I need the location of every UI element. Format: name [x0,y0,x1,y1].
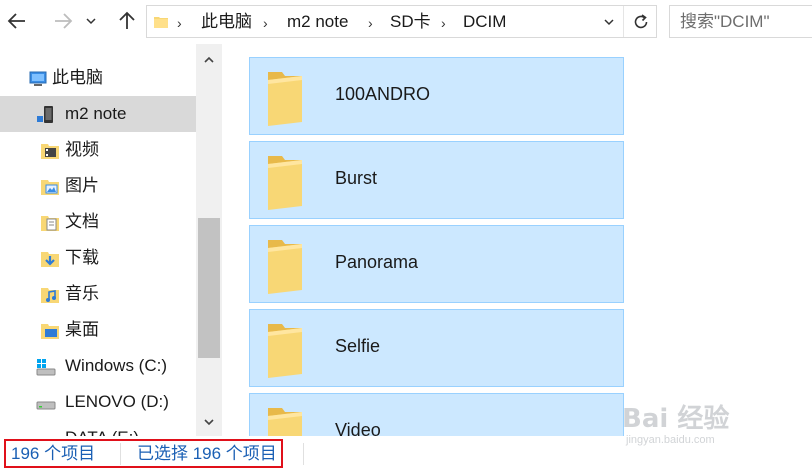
folder-icon [268,324,302,378]
folder-icon [268,408,302,436]
breadcrumb-m2-note[interactable]: m2 note [287,11,348,33]
watermark-text: Bai 经验 [622,404,730,434]
annotation-highlight-box [4,439,283,468]
folder-tile[interactable]: Panorama [249,225,624,303]
scroll-thumb[interactable] [198,218,220,358]
folder-tile[interactable]: Selfie [249,309,624,387]
arrow-right-icon [55,13,73,29]
arrow-left-icon [7,13,25,29]
documents-folder-icon [41,216,59,231]
scroll-up-button[interactable] [196,50,222,70]
folder-icon [268,240,302,294]
sidebar-item-label: 音乐 [65,284,99,303]
search-placeholder: 搜索"DCIM" [680,12,770,31]
folder-tile[interactable]: 100ANDRO [249,57,624,135]
sidebar-item-data-e[interactable]: DATA (E:) [0,420,196,436]
chevron-up-icon [204,56,214,63]
drive-icon [36,401,56,410]
pictures-folder-icon [41,180,59,195]
status-divider [303,443,304,465]
computer-icon [29,71,47,86]
breadcrumb-separator: › [263,15,268,31]
recent-locations-button[interactable] [82,8,100,34]
sidebar-item-label: Windows (C:) [65,356,168,375]
folder-icon [268,156,302,210]
address-dropdown-button[interactable] [603,15,615,33]
navigation-toolbar: › 此电脑 › m2 note › SD卡 › DCIM 搜索"DCIM" [0,0,812,44]
folder-name: Selfie [335,336,381,356]
sidebar-item-music[interactable]: 音乐 [0,276,196,312]
chevron-down-icon [604,19,614,26]
refresh-button[interactable] [623,6,657,37]
folder-name: Burst [335,168,378,188]
folder-icon [268,72,302,126]
sidebar-item-label: 此电脑 [52,68,103,87]
breadcrumb-sd-card[interactable]: SD卡 [390,11,431,33]
watermark: Bai 经验 jingyan.baidu.com [620,396,790,456]
forward-button[interactable] [50,8,76,34]
sidebar-item-label: 下载 [65,248,99,267]
sidebar-item-label: 图片 [65,176,99,195]
sidebar-item-label: DATA (E:) [65,427,139,436]
folder-name: Panorama [335,252,419,272]
watermark-url: jingyan.baidu.com [626,434,715,446]
sidebar-item-label: m2 note [65,104,127,123]
windows-drive-icon [36,359,56,376]
folder-name: 100ANDRO [335,84,431,104]
arrow-up-icon [119,11,135,29]
sidebar-item-desktop[interactable]: 桌面 [0,312,196,348]
file-list: 100ANDRO Burst Panorama Selfie Video [222,44,812,436]
sidebar-item-documents[interactable]: 文档 [0,204,196,240]
folder-name: Video [335,420,381,436]
folder-icon [154,17,168,28]
breadcrumb-separator: › [177,15,182,31]
video-folder-icon [41,144,59,159]
address-bar[interactable]: › 此电脑 › m2 note › SD卡 › DCIM [146,5,657,38]
sidebar-item-videos[interactable]: 视频 [0,132,196,168]
music-folder-icon [41,288,59,303]
refresh-icon [634,13,647,28]
sidebar-item-pictures[interactable]: 图片 [0,168,196,204]
scroll-down-button[interactable] [196,412,222,432]
sidebar-item-label: 文档 [65,212,99,231]
breadcrumb-separator: › [441,15,446,31]
sidebar-scrollbar[interactable] [196,44,222,436]
sidebar-item-this-pc[interactable]: 此电脑 [0,60,196,96]
sidebar-item-windows-c[interactable]: Windows (C:) [0,348,196,384]
sidebar-item-label: LENOVO (D:) [65,392,169,411]
breadcrumb-dcim[interactable]: DCIM [463,11,506,33]
chevron-down-icon [86,18,96,25]
breadcrumb-separator: › [368,15,373,31]
sidebar-item-label: 视频 [65,140,99,159]
back-button[interactable] [4,8,30,34]
sidebar-item-lenovo-d[interactable]: LENOVO (D:) [0,384,196,420]
sidebar-item-label: 桌面 [65,320,99,339]
drive-icon [36,429,56,436]
folder-tile[interactable]: Burst [249,141,624,219]
search-input[interactable]: 搜索"DCIM" [669,5,812,38]
desktop-folder-icon [41,324,59,339]
breadcrumb-this-pc[interactable]: 此电脑 [201,11,252,33]
chevron-down-icon [204,419,214,426]
phone-icon [37,106,53,123]
downloads-folder-icon [41,252,59,267]
sidebar-item-m2-note[interactable]: m2 note [0,96,196,132]
folder-tile[interactable]: Video [249,393,624,436]
sidebar-item-downloads[interactable]: 下载 [0,240,196,276]
navigation-pane: 此电脑 m2 note 视频 图片 文档 下载 音乐 桌面 Windows (C… [0,44,222,436]
up-button[interactable] [114,8,140,34]
